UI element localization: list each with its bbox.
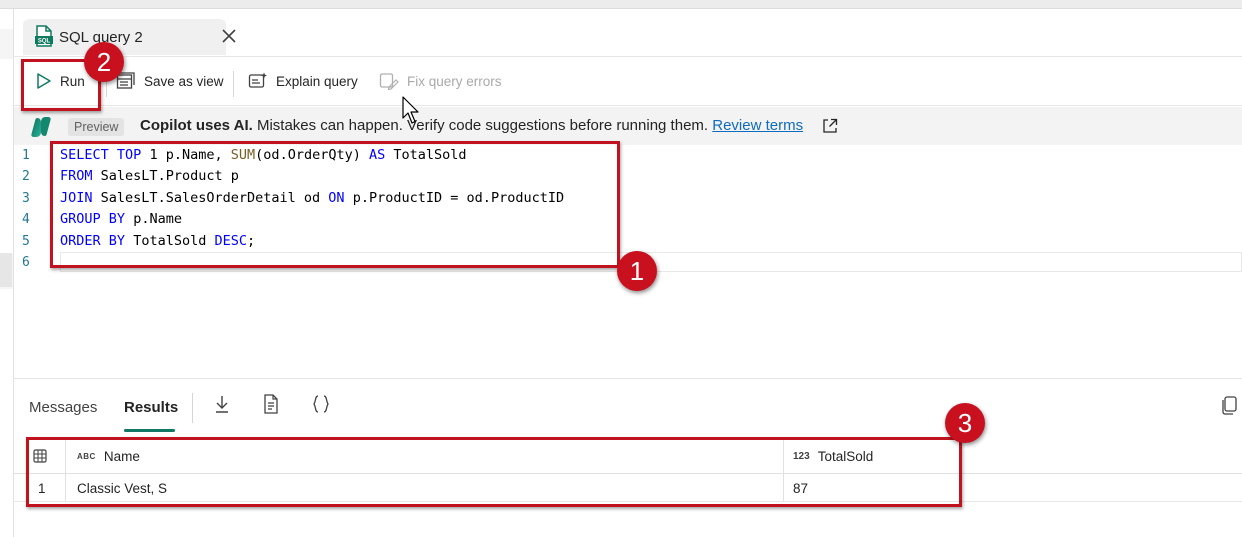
window-top-strip xyxy=(0,0,1242,9)
copy-icon[interactable] xyxy=(1219,393,1239,415)
line-number: 3 xyxy=(22,191,30,206)
banner-bold-text: Copilot uses AI. xyxy=(140,117,253,134)
line-number: 5 xyxy=(22,234,30,249)
fix-query-errors-button[interactable]: Fix query errors xyxy=(379,57,502,105)
line-number: 6 xyxy=(22,255,30,270)
annotation-badge-3: 3 xyxy=(945,403,985,443)
query-toolbar: Run Save as view Explain query Fix query… xyxy=(14,56,1242,106)
download-icon[interactable] xyxy=(212,393,232,415)
tab-sql-query-2[interactable]: SQL SQL query 2 xyxy=(23,19,236,55)
explain-sparkle-icon xyxy=(248,72,267,88)
results-toolbar-separator xyxy=(192,393,193,423)
review-terms-link[interactable]: Review terms xyxy=(712,117,803,134)
tab-messages[interactable]: Messages xyxy=(29,399,97,416)
annotation-badge-2: 2 xyxy=(84,42,124,82)
file-icon-text: SQL xyxy=(38,39,51,45)
explain-query-button[interactable]: Explain query xyxy=(248,57,358,105)
mouse-cursor-icon xyxy=(402,96,419,124)
save-as-view-button[interactable]: Save as view xyxy=(116,57,224,105)
sql-file-icon: SQL xyxy=(35,25,53,47)
query-highlight xyxy=(50,141,620,268)
line-number: 1 xyxy=(22,148,30,163)
copilot-icon xyxy=(31,117,51,137)
fix-query-errors-label: Fix query errors xyxy=(407,73,502,89)
toolbar-separator xyxy=(233,71,234,97)
banner-body-text: Mistakes can happen. Verify code suggest… xyxy=(252,117,713,134)
current-line-gutter-marker xyxy=(0,253,12,287)
rail-segment xyxy=(0,29,13,59)
copilot-preview-banner: Preview Copilot uses AI. Mistakes can ha… xyxy=(14,107,1242,145)
line-number: 4 xyxy=(22,212,30,227)
preview-badge: Preview xyxy=(68,118,125,136)
active-tab-indicator xyxy=(124,429,175,432)
results-highlight xyxy=(26,437,962,507)
json-braces-icon[interactable] xyxy=(311,393,331,415)
line-number: 2 xyxy=(22,169,30,184)
save-as-view-label: Save as view xyxy=(144,73,224,89)
banner-message: Copilot uses AI. Mistakes can happen. Ve… xyxy=(140,117,803,134)
tab-results[interactable]: Results xyxy=(124,399,178,416)
fix-errors-icon xyxy=(379,73,399,90)
close-icon[interactable] xyxy=(219,26,239,46)
external-link-icon[interactable] xyxy=(822,118,838,134)
annotation-badge-1: 1 xyxy=(617,251,657,291)
document-icon[interactable] xyxy=(261,393,281,415)
explain-query-label: Explain query xyxy=(276,73,358,89)
